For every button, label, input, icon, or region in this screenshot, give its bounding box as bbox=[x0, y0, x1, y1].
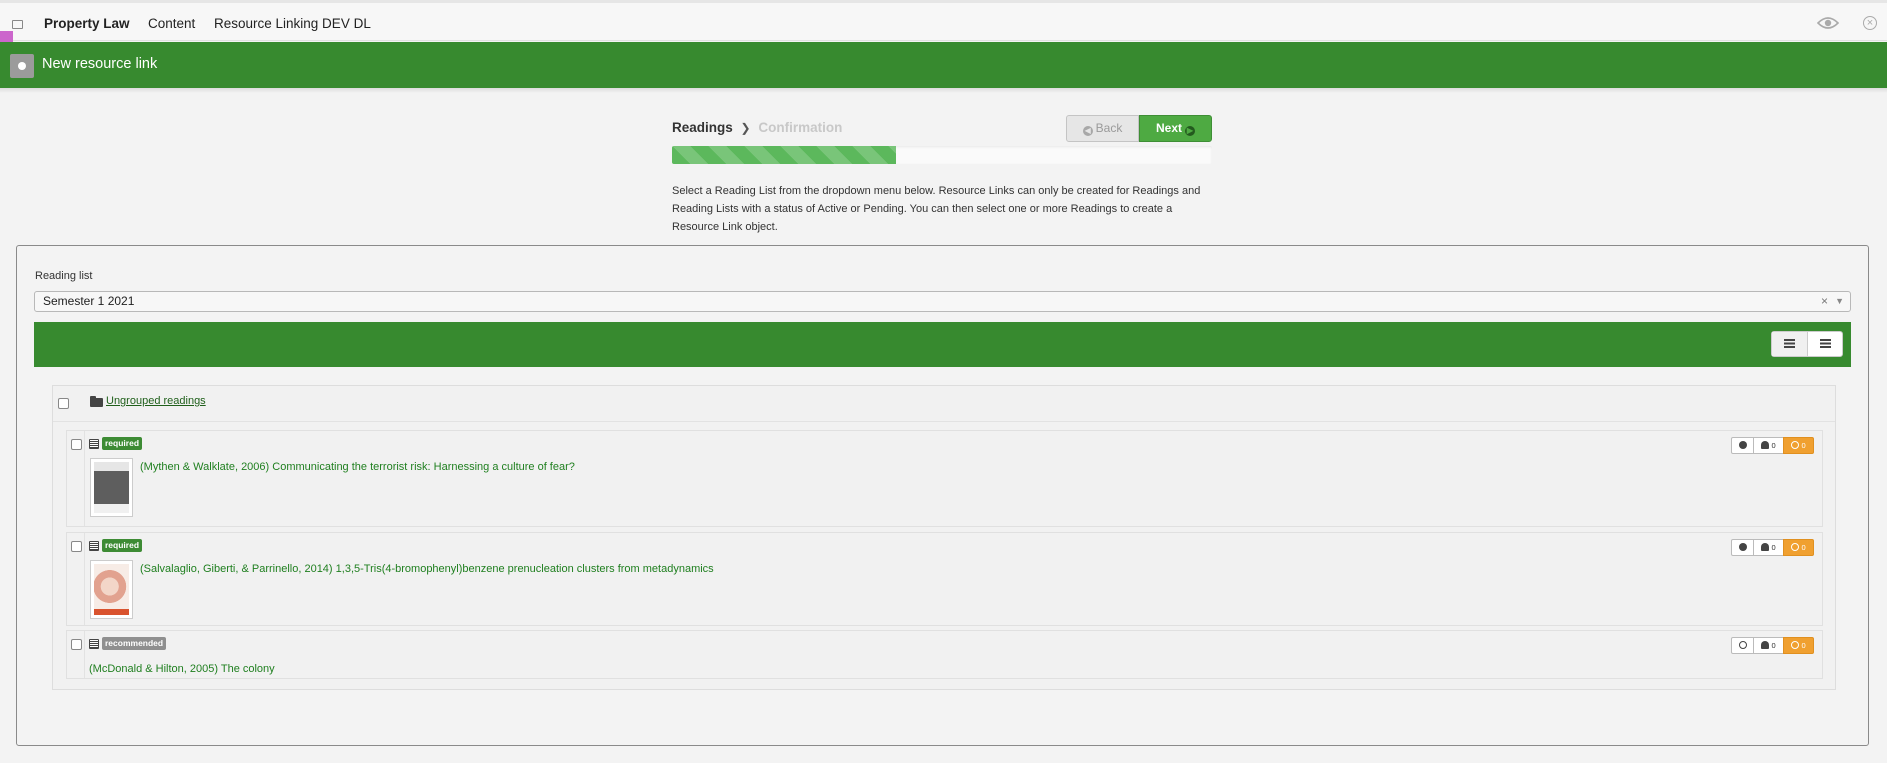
step-readings: Readings bbox=[672, 120, 733, 135]
warning-icon bbox=[1791, 543, 1800, 551]
clock-button[interactable] bbox=[1731, 637, 1754, 654]
globe-button[interactable] bbox=[1731, 539, 1754, 556]
folder-open-icon bbox=[90, 396, 103, 407]
chevron-down-icon[interactable]: ▼ bbox=[1835, 292, 1844, 311]
item-checkbox-cell bbox=[67, 631, 85, 678]
page-title: New resource link bbox=[42, 56, 158, 72]
item-checkbox[interactable] bbox=[71, 639, 82, 650]
wizard-progress bbox=[672, 146, 1212, 164]
readings-toolbar bbox=[34, 322, 1851, 367]
warning-count: 0 bbox=[1801, 641, 1806, 650]
step-confirmation: Confirmation bbox=[758, 120, 843, 135]
nav-resource-linking[interactable]: Resource Linking DEV DL bbox=[214, 16, 371, 31]
reading-title[interactable]: (McDonald & Hilton, 2005) The colony bbox=[89, 663, 275, 675]
list-view-button[interactable] bbox=[1772, 332, 1808, 356]
group-title[interactable]: Ungrouped readings bbox=[106, 395, 206, 407]
globe-icon bbox=[1738, 543, 1747, 551]
user-icon bbox=[1761, 543, 1770, 551]
list-detail-icon bbox=[1820, 339, 1831, 348]
user-icon bbox=[1761, 441, 1770, 449]
article-icon bbox=[89, 541, 99, 551]
wizard-steps: Readings ❯ Confirmation bbox=[672, 120, 842, 135]
top-navbar: Property Law Content Resource Linking DE… bbox=[0, 0, 1887, 41]
item-checkbox[interactable] bbox=[71, 541, 82, 552]
globe-button[interactable] bbox=[1731, 437, 1754, 454]
list-item: required (Mythen & Walklate, 2006) Commu… bbox=[66, 430, 1823, 527]
warning-count-button[interactable]: 0 bbox=[1783, 539, 1814, 556]
readings-group: Ungrouped readings required (Mythen & Wa… bbox=[52, 385, 1836, 690]
importance-badge: required bbox=[102, 539, 143, 552]
article-icon bbox=[89, 439, 99, 449]
next-label: Next bbox=[1155, 121, 1182, 135]
gear-icon[interactable] bbox=[10, 54, 34, 78]
user-count-button[interactable]: 0 bbox=[1753, 437, 1784, 454]
nav-content[interactable]: Content bbox=[148, 16, 195, 31]
warning-count: 0 bbox=[1801, 441, 1806, 450]
cover-thumbnail bbox=[90, 560, 133, 619]
intro-text: Select a Reading List from the dropdown … bbox=[672, 185, 1201, 233]
group-checkbox[interactable] bbox=[58, 398, 69, 409]
item-actions: 0 0 bbox=[1731, 437, 1814, 454]
book-icon bbox=[89, 639, 99, 649]
chevron-right-icon: ❯ bbox=[740, 121, 751, 135]
user-count: 0 bbox=[1771, 641, 1776, 650]
cover-thumbnail bbox=[90, 458, 133, 517]
page-header: New resource link bbox=[0, 42, 1887, 88]
clear-icon[interactable]: × bbox=[1821, 292, 1828, 311]
user-icon bbox=[1761, 641, 1770, 649]
group-header: Ungrouped readings bbox=[53, 386, 1835, 422]
header-shadow bbox=[0, 88, 1887, 93]
warning-count-button[interactable]: 0 bbox=[1783, 637, 1814, 654]
arrow-right-icon: ▶ bbox=[1185, 126, 1195, 136]
reading-list-value: Semester 1 2021 bbox=[43, 294, 135, 308]
view-toggle bbox=[1771, 331, 1843, 357]
next-button[interactable]: Next ▶ bbox=[1139, 115, 1212, 142]
user-count-button[interactable]: 0 bbox=[1753, 637, 1784, 654]
warning-icon bbox=[1791, 641, 1800, 649]
progress-bar-fill bbox=[672, 146, 897, 164]
globe-icon bbox=[1738, 441, 1747, 449]
list-item: required (Salvalaglio, Giberti, & Parrin… bbox=[66, 532, 1823, 626]
warning-count: 0 bbox=[1801, 543, 1806, 552]
back-button[interactable]: ◀ Back bbox=[1066, 115, 1139, 142]
arrow-left-icon: ◀ bbox=[1082, 126, 1093, 136]
back-label: Back bbox=[1095, 121, 1123, 135]
user-count-button[interactable]: 0 bbox=[1753, 539, 1784, 556]
warning-icon bbox=[1791, 441, 1800, 449]
importance-badge: required bbox=[102, 437, 143, 450]
reading-title[interactable]: (Mythen & Walklate, 2006) Communicating … bbox=[140, 461, 575, 473]
eye-icon[interactable] bbox=[1816, 15, 1840, 31]
nav-course-title[interactable]: Property Law bbox=[44, 16, 130, 31]
reading-list-label: Reading list bbox=[35, 270, 93, 282]
list-item: recommended (McDonald & Hilton, 2005) Th… bbox=[66, 630, 1823, 679]
user-count: 0 bbox=[1771, 441, 1776, 450]
item-actions: 0 0 bbox=[1731, 637, 1814, 654]
warning-count-button[interactable]: 0 bbox=[1783, 437, 1814, 454]
reading-title[interactable]: (Salvalaglio, Giberti, & Parrinello, 201… bbox=[140, 563, 714, 575]
user-count: 0 bbox=[1771, 543, 1776, 552]
window-icon[interactable] bbox=[12, 20, 23, 29]
detail-view-button[interactable] bbox=[1808, 332, 1843, 356]
item-checkbox-cell bbox=[67, 431, 85, 526]
list-icon bbox=[1784, 339, 1795, 348]
item-checkbox[interactable] bbox=[71, 439, 82, 450]
importance-badge: recommended bbox=[102, 637, 167, 650]
item-checkbox-cell bbox=[67, 533, 85, 625]
item-actions: 0 0 bbox=[1731, 539, 1814, 556]
clock-icon bbox=[1738, 641, 1747, 649]
reading-list-select[interactable]: Semester 1 2021 × ▼ bbox=[34, 291, 1851, 312]
reading-list-panel: Reading list Semester 1 2021 × ▼ Ungroup… bbox=[16, 245, 1869, 746]
close-icon[interactable]: × bbox=[1863, 16, 1877, 30]
